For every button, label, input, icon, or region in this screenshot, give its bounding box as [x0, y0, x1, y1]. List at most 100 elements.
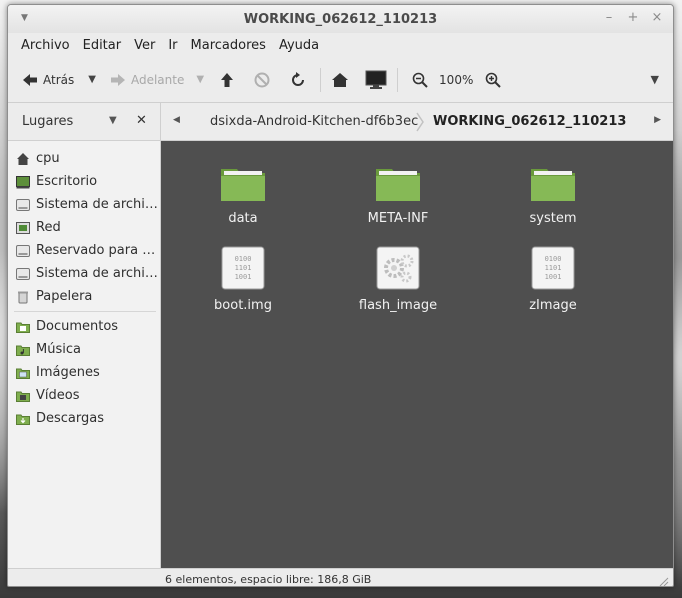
forward-label: Adelante	[130, 72, 185, 87]
sidebar-item-label: Red	[36, 220, 61, 235]
breadcrumb-separator-icon	[416, 112, 424, 132]
desktop-icon	[16, 175, 30, 188]
sidebar-item-red[interactable]: Red	[8, 216, 160, 239]
file-manager-window: ▼ WORKING_062612_110213 – + × Archivo Ed…	[7, 4, 674, 587]
title-bar[interactable]: ▼ WORKING_062612_110213 – + ×	[8, 5, 673, 33]
stop-icon[interactable]	[254, 72, 270, 88]
sidebar-type-dropdown-icon[interactable]: ▼	[109, 115, 117, 126]
svg-text:1101: 1101	[235, 264, 252, 272]
svg-text:0100: 0100	[545, 255, 562, 263]
file-item-meta-inf[interactable]: META-INF	[343, 163, 453, 226]
trash-icon	[18, 291, 28, 303]
sidebar-item-reserved[interactable]: Reservado para el...	[8, 239, 160, 262]
minimize-icon[interactable]: –	[603, 11, 615, 25]
file-view[interactable]: data META-INF system 0100 1101 1001 boot.i…	[161, 141, 673, 568]
sidebar-item-label: Música	[36, 342, 81, 357]
window-title: WORKING_062612_110213	[243, 12, 438, 27]
sidebar-header: Lugares ▼ ✕	[8, 103, 161, 140]
menu-editar[interactable]: Editar	[83, 38, 122, 53]
file-name: zImage	[529, 298, 577, 313]
forward-button[interactable]: Adelante	[110, 65, 184, 95]
sidebar-item-label: Documentos	[36, 319, 119, 334]
status-bar: 6 elementos, espacio libre: 186,8 GiB	[8, 568, 673, 587]
network-icon	[16, 221, 30, 234]
sidebar-item-escritorio[interactable]: Escritorio	[8, 170, 160, 193]
svg-text:1001: 1001	[545, 273, 562, 281]
reload-icon[interactable]	[290, 71, 306, 88]
drive-icon	[16, 267, 30, 280]
sidebar-item-videos[interactable]: Vídeos	[8, 384, 160, 407]
file-item-data[interactable]: data	[188, 163, 298, 226]
menu-archivo[interactable]: Archivo	[21, 38, 70, 53]
file-item-system[interactable]: system	[498, 163, 608, 226]
menu-ver[interactable]: Ver	[134, 38, 155, 53]
forward-history-dropdown-icon[interactable]: ▼	[196, 74, 204, 85]
zoom-in-icon[interactable]	[485, 72, 502, 88]
sidebar-item-musica[interactable]: Música	[8, 338, 160, 361]
drive-icon	[16, 198, 30, 211]
sidebar-close-icon[interactable]: ✕	[136, 113, 147, 128]
file-item-boot-img[interactable]: 0100 1101 1001 boot.img	[188, 246, 298, 313]
folder-documents-icon	[16, 322, 30, 333]
zoom-level: 100%	[439, 72, 474, 87]
svg-text:1001: 1001	[235, 273, 252, 281]
file-name: boot.img	[214, 298, 272, 313]
menu-ayuda[interactable]: Ayuda	[279, 38, 319, 53]
svg-text:1101: 1101	[545, 264, 562, 272]
file-item-flash-image[interactable]: flash_image	[343, 246, 453, 313]
folder-pictures-icon	[16, 368, 30, 379]
breadcrumb-parent[interactable]: dsixda-Android-Kitchen-df6b3ec	[210, 114, 418, 129]
sidebar-divider	[14, 311, 156, 312]
back-button[interactable]: Atrás	[22, 65, 74, 95]
breadcrumb-scroll-left-icon[interactable]: ◀	[173, 115, 180, 125]
location-row: Lugares ▼ ✕ ◀ dsixda-Android-Kitchen-df6…	[8, 103, 673, 141]
folder-videos-icon	[16, 391, 30, 402]
file-name: flash_image	[358, 298, 438, 313]
sidebar-item-label: Papelera	[36, 289, 93, 304]
file-name: system	[529, 211, 577, 226]
back-history-dropdown-icon[interactable]: ▼	[88, 74, 96, 85]
sidebar-item-label: Imágenes	[36, 365, 100, 380]
sidebar-item-papelera[interactable]: Papelera	[8, 285, 160, 308]
sidebar-item-cpu[interactable]: cpu	[8, 147, 160, 170]
arrow-up-icon[interactable]	[220, 72, 234, 88]
sidebar-item-documentos[interactable]: Documentos	[8, 315, 160, 338]
drive-icon	[16, 244, 30, 257]
back-label: Atrás	[43, 72, 75, 87]
maximize-icon[interactable]: +	[627, 11, 639, 25]
zoom-out-icon[interactable]	[412, 72, 428, 88]
toolbar: Atrás ▼ Adelante ▼ 100% ▼	[8, 57, 673, 103]
sidebar-item-descargas[interactable]: Descargas	[8, 407, 160, 430]
svg-text:0100: 0100	[235, 255, 252, 263]
sidebar-item-label: cpu	[36, 151, 60, 166]
sidebar-title[interactable]: Lugares	[22, 114, 73, 129]
home-icon	[17, 152, 29, 165]
home-icon[interactable]	[331, 72, 349, 88]
folder-icon	[376, 169, 420, 201]
sidebar-item-label: Sistema de archiv...	[36, 197, 160, 212]
toolbar-overflow-icon[interactable]: ▼	[651, 73, 659, 86]
file-name: META-INF	[367, 211, 429, 226]
binary-file-icon: 010011011001	[531, 246, 575, 290]
close-icon[interactable]: ×	[651, 11, 663, 25]
folder-icon	[531, 169, 575, 201]
executable-gears-icon	[376, 246, 420, 290]
binary-file-icon: 010011011001	[221, 246, 265, 290]
computer-icon[interactable]	[365, 70, 387, 90]
sidebar-item-filesystem-2[interactable]: Sistema de archiv...	[8, 262, 160, 285]
breadcrumb-scroll-right-icon[interactable]: ▶	[654, 115, 661, 125]
breadcrumb-current[interactable]: WORKING_062612_110213	[433, 114, 626, 129]
sidebar-item-label: Vídeos	[36, 388, 80, 403]
folder-downloads-icon	[16, 414, 30, 425]
file-name: data	[228, 211, 258, 226]
sidebar-item-label: Descargas	[36, 411, 105, 426]
menu-ir[interactable]: Ir	[168, 38, 177, 53]
menu-bar: Archivo Editar Ver Ir Marcadores Ayuda	[8, 33, 673, 57]
sidebar-item-imagenes[interactable]: Imágenes	[8, 361, 160, 384]
arrow-left-icon	[23, 73, 37, 86]
menu-marcadores[interactable]: Marcadores	[191, 38, 266, 53]
sidebar-item-filesystem-1[interactable]: Sistema de archiv...	[8, 193, 160, 216]
resize-grip-icon[interactable]	[659, 577, 669, 587]
file-item-zimage[interactable]: 0100 1101 1001 zImage	[498, 246, 608, 313]
places-sidebar: cpu Escritorio Sistema de archiv... Red …	[8, 141, 161, 568]
